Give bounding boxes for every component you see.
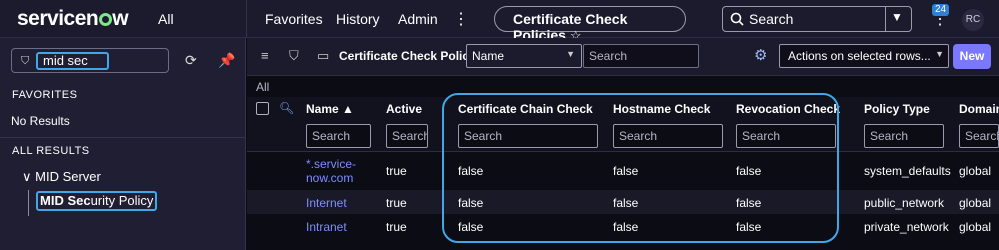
search-field-value: Name bbox=[472, 49, 505, 63]
revocation-check-value: false bbox=[736, 220, 762, 234]
record-name-link[interactable]: Intranet bbox=[306, 220, 347, 234]
search-divider bbox=[885, 7, 886, 31]
navigator-filter-input[interactable]: ⛉ mid sec bbox=[11, 48, 169, 73]
domain-value: global bbox=[959, 220, 992, 234]
select-all-checkbox[interactable] bbox=[256, 102, 269, 115]
chevron-down-icon: ∨ bbox=[22, 169, 36, 184]
revocation-check-value: false bbox=[736, 196, 762, 210]
pin-icon[interactable]: 📌 bbox=[218, 52, 235, 69]
actions-select[interactable]: Actions on selected rows... ▼ bbox=[779, 44, 949, 68]
domain-value: global bbox=[959, 164, 992, 178]
revocation-check-search-input[interactable]: Search bbox=[736, 124, 836, 148]
chain-check-value: false bbox=[458, 196, 484, 210]
servicenow-logo[interactable]: servicen w bbox=[17, 7, 129, 31]
top-divider bbox=[246, 0, 247, 38]
result-rest-text: urity Policy bbox=[90, 193, 154, 208]
column-header-hostname-check[interactable]: Hostname Check bbox=[613, 102, 710, 116]
result-match-text: MID Sec bbox=[40, 193, 91, 208]
mid-security-policy-link[interactable]: MID Security Policy bbox=[36, 191, 158, 211]
search-scope-dropdown-icon[interactable]: ▼ bbox=[891, 10, 903, 24]
favorites-heading: FAVORITES bbox=[12, 89, 78, 101]
table-row: *.service-now.com true false false false… bbox=[247, 152, 999, 190]
favorites-menu[interactable]: Favorites bbox=[265, 11, 323, 27]
name-search-input[interactable]: Search bbox=[306, 124, 371, 148]
more-menu-icon[interactable]: ⋮ bbox=[453, 9, 469, 29]
search-icon bbox=[730, 12, 744, 26]
table-header-row: 🔍︎ Name ▲ Active Certificate Chain Check… bbox=[247, 97, 999, 121]
global-search[interactable]: Search ▼ bbox=[722, 6, 912, 32]
search-field-select[interactable]: Name ▼ bbox=[466, 44, 582, 68]
policy-type-value: public_network bbox=[864, 196, 945, 210]
table-row: Intranet true false false false private_… bbox=[247, 214, 999, 238]
list-menu-icon[interactable]: ≡ bbox=[261, 48, 269, 63]
mid-server-label: MID Server bbox=[35, 169, 101, 184]
history-menu[interactable]: History bbox=[336, 11, 380, 27]
hostname-check-search-input[interactable]: Search bbox=[613, 124, 723, 148]
column-header-certificate-chain-check[interactable]: Certificate Chain Check bbox=[458, 102, 593, 116]
filter-toggle-icon[interactable]: ⛉ bbox=[289, 48, 299, 64]
hostname-check-value: false bbox=[613, 164, 639, 178]
actions-label: Actions on selected rows... bbox=[788, 49, 931, 63]
sort-ascending-icon: ▲ bbox=[342, 102, 354, 116]
favorites-no-results: No Results bbox=[11, 114, 70, 128]
record-name-link[interactable]: *.service-now.com bbox=[306, 157, 366, 185]
column-header-policy-type[interactable]: Policy Type bbox=[864, 102, 930, 116]
column-header-name[interactable]: Name ▲ bbox=[306, 102, 354, 116]
column-header-active[interactable]: Active bbox=[386, 102, 422, 116]
breadcrumb[interactable]: All bbox=[256, 80, 269, 94]
global-search-label: Search bbox=[749, 11, 794, 27]
admin-menu[interactable]: Admin bbox=[398, 11, 438, 27]
policy-type-search-input[interactable]: Search bbox=[864, 124, 944, 148]
notification-count-badge: 24 bbox=[932, 4, 950, 16]
list-title: Certificate Check Policies bbox=[339, 49, 486, 63]
page-title-pill[interactable]: Certificate Check Policies ☆ bbox=[494, 6, 686, 43]
all-results-heading: ALL RESULTS bbox=[12, 145, 90, 157]
active-search-input[interactable]: Search bbox=[386, 124, 428, 148]
column-header-domain[interactable]: Domain bbox=[959, 102, 999, 116]
policy-type-value: system_defaults bbox=[864, 164, 951, 178]
active-value: true bbox=[386, 220, 407, 234]
record-name-link[interactable]: Internet bbox=[306, 196, 347, 210]
hostname-check-value: false bbox=[613, 220, 639, 234]
domain-search-input[interactable]: Search bbox=[959, 124, 999, 148]
gear-icon[interactable]: ⚙ bbox=[754, 46, 767, 64]
policy-type-value: private_network bbox=[864, 220, 949, 234]
hostname-check-value: false bbox=[613, 196, 639, 210]
top-navigation-bar: servicen w All Favorites History Admin ⋮ … bbox=[0, 0, 999, 43]
chevron-down-icon: ▼ bbox=[566, 49, 575, 59]
domain-value: global bbox=[959, 196, 992, 210]
table-row: Internet true false false false public_n… bbox=[247, 190, 999, 214]
search-icon[interactable]: 🔍︎ bbox=[279, 101, 294, 115]
active-value: true bbox=[386, 164, 407, 178]
chain-check-value: false bbox=[458, 164, 484, 178]
refresh-icon[interactable]: ⟳ bbox=[185, 52, 197, 69]
column-search-row: Search Search Search Search Search Searc… bbox=[247, 121, 999, 152]
user-avatar[interactable]: RC bbox=[962, 9, 984, 31]
navigator-sidebar: ⛉ mid sec ⟳ 📌 FAVORITES No Results ALL R… bbox=[0, 38, 246, 250]
chain-check-search-input[interactable]: Search bbox=[458, 124, 598, 148]
list-header-bar: ≡ ⛉ ▭ Certificate Check Policies Name ▼ … bbox=[247, 38, 999, 76]
list-context-icon[interactable]: ▭ bbox=[317, 48, 329, 64]
navigator-filter-value[interactable]: mid sec bbox=[36, 52, 109, 70]
tree-line bbox=[28, 190, 29, 216]
mid-server-group[interactable]: ∨ MID Server bbox=[22, 169, 101, 185]
new-button[interactable]: New bbox=[953, 44, 991, 69]
chevron-down-icon: ▼ bbox=[935, 49, 944, 59]
list-search-input[interactable]: Search bbox=[583, 44, 699, 68]
sidebar-divider bbox=[0, 137, 246, 138]
all-menu-button[interactable]: All bbox=[158, 11, 174, 27]
chain-check-value: false bbox=[458, 220, 484, 234]
column-header-revocation-check[interactable]: Revocation Check bbox=[736, 102, 840, 116]
active-value: true bbox=[386, 196, 407, 210]
filter-icon: ⛉ bbox=[21, 55, 30, 67]
revocation-check-value: false bbox=[736, 164, 762, 178]
